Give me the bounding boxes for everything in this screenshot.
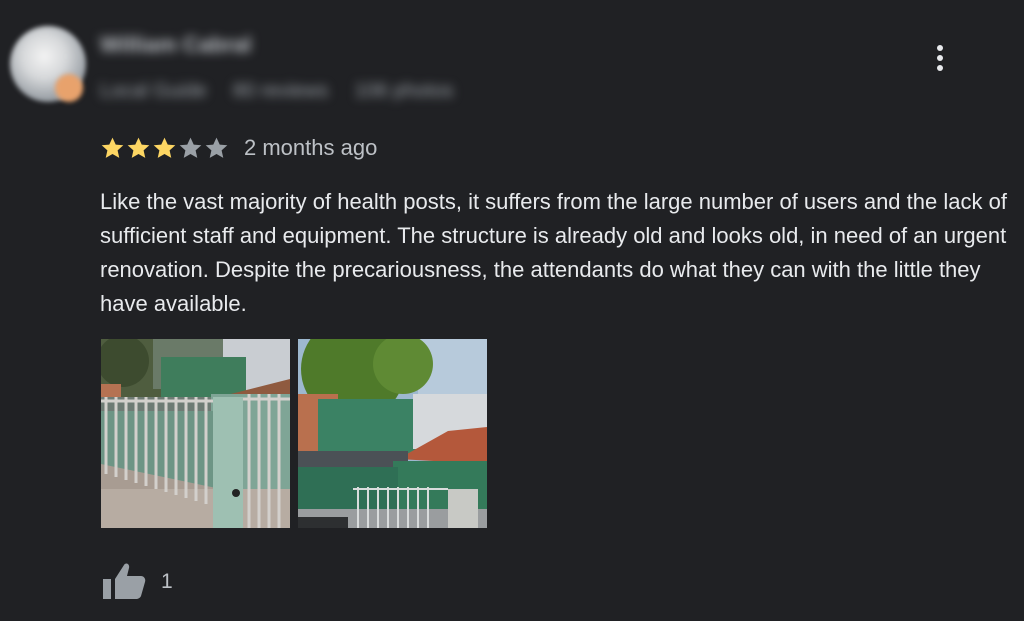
star-filled-icon [126, 136, 151, 160]
star-filled-icon [100, 136, 125, 160]
reviewer-name[interactable]: William Cabral [100, 32, 251, 58]
reviewer-meta: Local Guide 80 reviews 106 photos [100, 80, 479, 103]
like-count: 1 [161, 570, 173, 593]
star-filled-icon [152, 136, 177, 160]
review-card: William Cabral Local Guide 80 reviews 106 … [0, 0, 1024, 621]
star-empty-icon [178, 136, 203, 160]
more-vert-icon[interactable] [926, 40, 954, 76]
reviewer-badge-label: Local Guide [100, 80, 207, 102]
star-empty-icon [204, 136, 229, 160]
local-guide-badge-icon [55, 74, 83, 102]
review-text: Like the vast majority of health posts, … [100, 189, 1007, 316]
like-row: 1 [101, 562, 173, 602]
review-photo-1[interactable] [101, 339, 290, 528]
review-photo-2[interactable] [298, 339, 487, 528]
reviewer-review-count: 80 reviews [232, 80, 329, 102]
review-date: 2 months ago [244, 135, 378, 160]
reviewer-photo-count: 106 photos [354, 80, 454, 102]
star-rating [100, 136, 229, 160]
thumb-up-icon[interactable] [101, 562, 147, 602]
rating-row: 2 months ago [100, 133, 377, 163]
